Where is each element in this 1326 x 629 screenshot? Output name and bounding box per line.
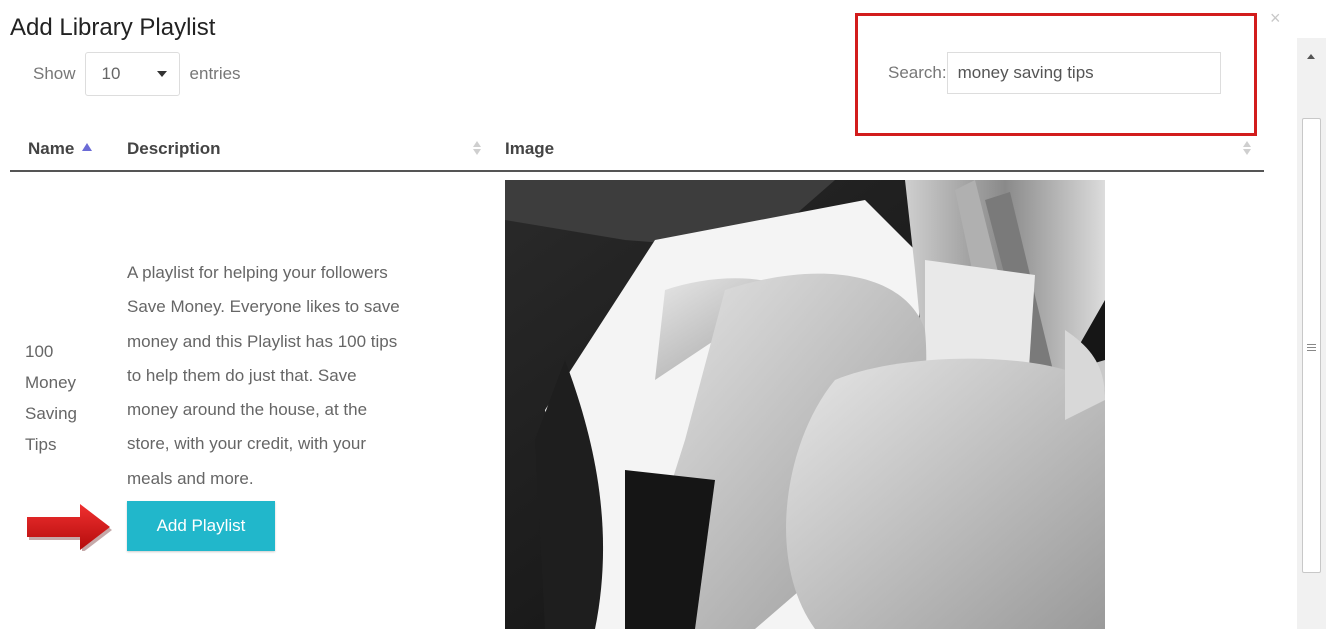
- sort-asc-icon: [82, 143, 93, 151]
- playlist-name-line: Tips: [25, 435, 57, 454]
- search-label: Search:: [888, 63, 947, 82]
- scroll-grip-icon: [1307, 344, 1316, 353]
- close-icon[interactable]: ×: [1270, 8, 1281, 29]
- entries-select[interactable]: 10: [84, 52, 180, 96]
- sort-icon: [473, 141, 481, 155]
- dialog-title: Add Library Playlist: [10, 14, 216, 41]
- search-control: Search:: [888, 52, 1221, 94]
- add-playlist-button[interactable]: Add Playlist: [127, 501, 275, 551]
- column-header-description[interactable]: Description: [127, 139, 221, 159]
- search-input[interactable]: [946, 52, 1221, 94]
- playlist-description: A playlist for helping your followers Sa…: [127, 256, 467, 496]
- column-header-image[interactable]: Image: [505, 139, 554, 159]
- description-line: store, with your credit, with your: [127, 434, 367, 454]
- playlist-name-line: 100: [25, 342, 54, 361]
- caret-down-icon: [156, 71, 167, 77]
- scroll-up-icon[interactable]: [1307, 54, 1315, 59]
- description-line: A playlist for helping your followers: [127, 263, 388, 282]
- wallet-money-photo: [505, 180, 1105, 629]
- entries-label: entries: [189, 64, 241, 83]
- header-divider: [10, 170, 1264, 172]
- playlist-name: 100 Money Saving Tips: [25, 336, 95, 460]
- show-label: Show: [33, 64, 76, 83]
- scrollbar[interactable]: [1297, 38, 1326, 629]
- playlist-image: [505, 180, 1105, 629]
- description-line: money around the house, at the: [127, 400, 368, 420]
- description-line: money and this Playlist has 100 tips: [127, 331, 398, 351]
- description-line: to help them do just that. Save: [127, 365, 357, 385]
- column-header-image-label: Image: [505, 139, 555, 158]
- description-line: meals and more.: [127, 468, 254, 488]
- column-header-name[interactable]: Name: [28, 139, 93, 159]
- scrollbar-thumb[interactable]: [1302, 118, 1321, 573]
- entries-select-value: 10: [101, 64, 121, 83]
- arrow-right-icon: [27, 504, 112, 551]
- length-control: Show 10 entries: [33, 52, 241, 96]
- description-line: Save Money. Everyone likes to save: [127, 297, 400, 317]
- column-header-name-label: Name: [28, 139, 75, 158]
- playlist-name-line: Money: [25, 373, 77, 392]
- playlist-name-line: Saving: [25, 404, 77, 423]
- column-header-description-label: Description: [127, 139, 221, 158]
- sort-icon: [1243, 141, 1251, 155]
